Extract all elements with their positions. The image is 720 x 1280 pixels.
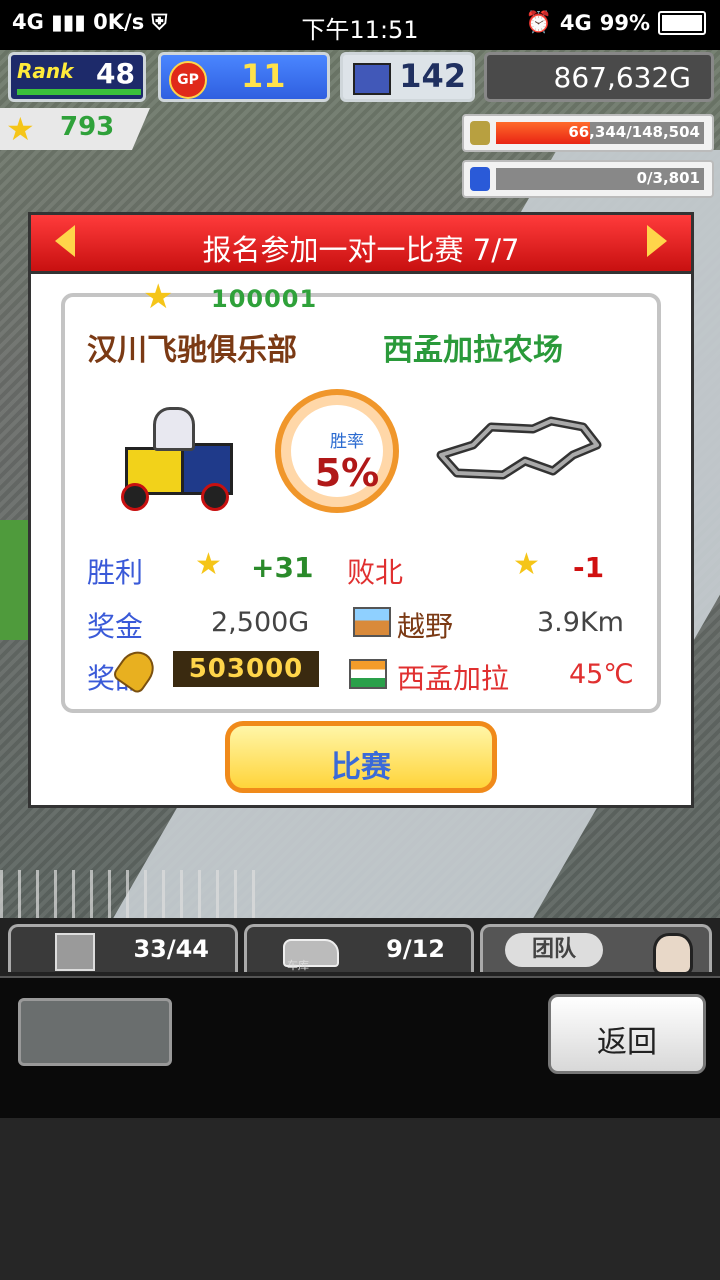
region-value: 西孟加拉	[397, 662, 510, 695]
rank-label: Rank	[17, 59, 74, 83]
bottom-panel: 返回	[0, 976, 720, 1118]
lose-star-icon: ★	[513, 547, 540, 582]
status-right: ⏰ 4G 99%	[526, 10, 706, 35]
dialog-header: 报名参加一对一比赛 7/7	[31, 215, 691, 274]
empty-slot[interactable]	[18, 998, 172, 1066]
win-label: 胜利	[87, 556, 144, 589]
race-track-icon	[436, 416, 602, 480]
win-rate-inner: 胜率 5%	[291, 405, 383, 497]
person-icon	[653, 933, 693, 975]
resource-bar-fuel[interactable]: 0/3,801	[462, 160, 714, 198]
start-match-button[interactable]: 比赛	[225, 721, 497, 793]
player-team-name: 汉川飞驰俱乐部	[87, 333, 297, 368]
battery-percent: 99%	[599, 10, 650, 35]
garage-caption: 车库	[287, 959, 309, 972]
terrain-value: 越野	[397, 610, 454, 643]
win-rate-badge: 胜率 5%	[275, 389, 399, 513]
money-panel[interactable]: 867,632G	[484, 52, 714, 102]
resource-value: 0/3,801	[636, 169, 700, 187]
driver-head	[153, 407, 195, 451]
bottom-tab-bar: 33/44 车库 9/12 团队	[0, 918, 720, 976]
prize-label: 奖金	[87, 610, 144, 643]
star-icon: ★	[6, 110, 35, 148]
opponent-star-icon: ★	[143, 277, 174, 317]
computer-panel[interactable]: 142	[340, 52, 475, 102]
team-label: 团队	[505, 933, 603, 967]
lose-bonus: -1	[573, 551, 605, 584]
money-value: 867,632G	[553, 61, 691, 94]
terrain-icon	[353, 607, 391, 637]
rank-panel[interactable]: Rank 48	[8, 52, 146, 102]
temperature-value: 45℃	[569, 659, 634, 690]
resource-track: 0/3,801	[496, 168, 704, 190]
computer-icon	[353, 63, 391, 95]
next-arrow-icon[interactable]	[647, 225, 667, 257]
kart-wheel	[201, 483, 229, 511]
opponent-team-name: 西孟加拉农场	[383, 333, 563, 368]
back-button[interactable]: 返回	[548, 994, 706, 1074]
garage-count: 9/12	[386, 935, 445, 963]
reward-points: 503000	[173, 651, 319, 687]
tab-items[interactable]: 33/44	[8, 924, 238, 972]
back-button-label: 返回	[597, 1025, 657, 1060]
win-rate-value: 5%	[314, 451, 380, 495]
distance-value: 3.9Km	[537, 607, 624, 638]
status-bar: 4G ▮▮▮ 0K/s ⛨ 下午11:51 ⏰ 4G 99%	[0, 0, 720, 50]
india-flag-icon	[349, 659, 387, 689]
win-bonus: +31	[251, 551, 314, 584]
kart-driver-icon	[117, 407, 237, 511]
resource-value: 66,344/148,504	[568, 123, 700, 141]
match-info-card: ★ 100001 汉川飞驰俱乐部 西孟加拉农场 胜率 5% 胜利 ★ +31 败…	[61, 277, 661, 713]
prize-value: 2,500G	[211, 607, 310, 638]
opponent-id: 100001	[211, 285, 318, 313]
dialog-title: 报名参加一对一比赛 7/7	[202, 233, 520, 267]
battery-icon	[658, 10, 706, 35]
rank-progress-bar	[17, 89, 141, 95]
network-indicator-right: 4G	[559, 10, 592, 35]
tab-team[interactable]: 团队	[480, 924, 712, 975]
kart-wheel	[121, 483, 149, 511]
gp-icon: GP	[169, 61, 207, 99]
alarm-icon: ⏰	[525, 10, 552, 34]
tab-garage[interactable]: 车库 9/12	[244, 924, 474, 972]
star-count: 793	[60, 112, 115, 142]
start-match-label: 比赛	[331, 750, 391, 785]
items-count: 33/44	[133, 935, 209, 963]
lose-label: 败北	[347, 556, 404, 589]
gp-value: 11	[241, 57, 286, 95]
win-rate-label: 胜率	[330, 432, 364, 452]
rank-value: 48	[96, 57, 135, 90]
win-star-icon: ★	[195, 547, 222, 582]
resource-bar-coins[interactable]: 66,344/148,504	[462, 114, 714, 152]
coin-stack-icon	[470, 121, 490, 145]
crate-icon	[55, 933, 95, 971]
below-area	[0, 1118, 720, 1280]
resource-track: 66,344/148,504	[496, 122, 704, 144]
star-count-badge[interactable]: ★ 793	[0, 108, 150, 150]
computer-value: 142	[399, 57, 466, 95]
gp-panel[interactable]: GP 11	[158, 52, 330, 102]
fuel-bottle-icon	[470, 167, 490, 191]
match-entry-dialog: 报名参加一对一比赛 7/7 ★ 100001 汉川飞驰俱乐部 西孟加拉农场 胜率…	[28, 212, 694, 808]
